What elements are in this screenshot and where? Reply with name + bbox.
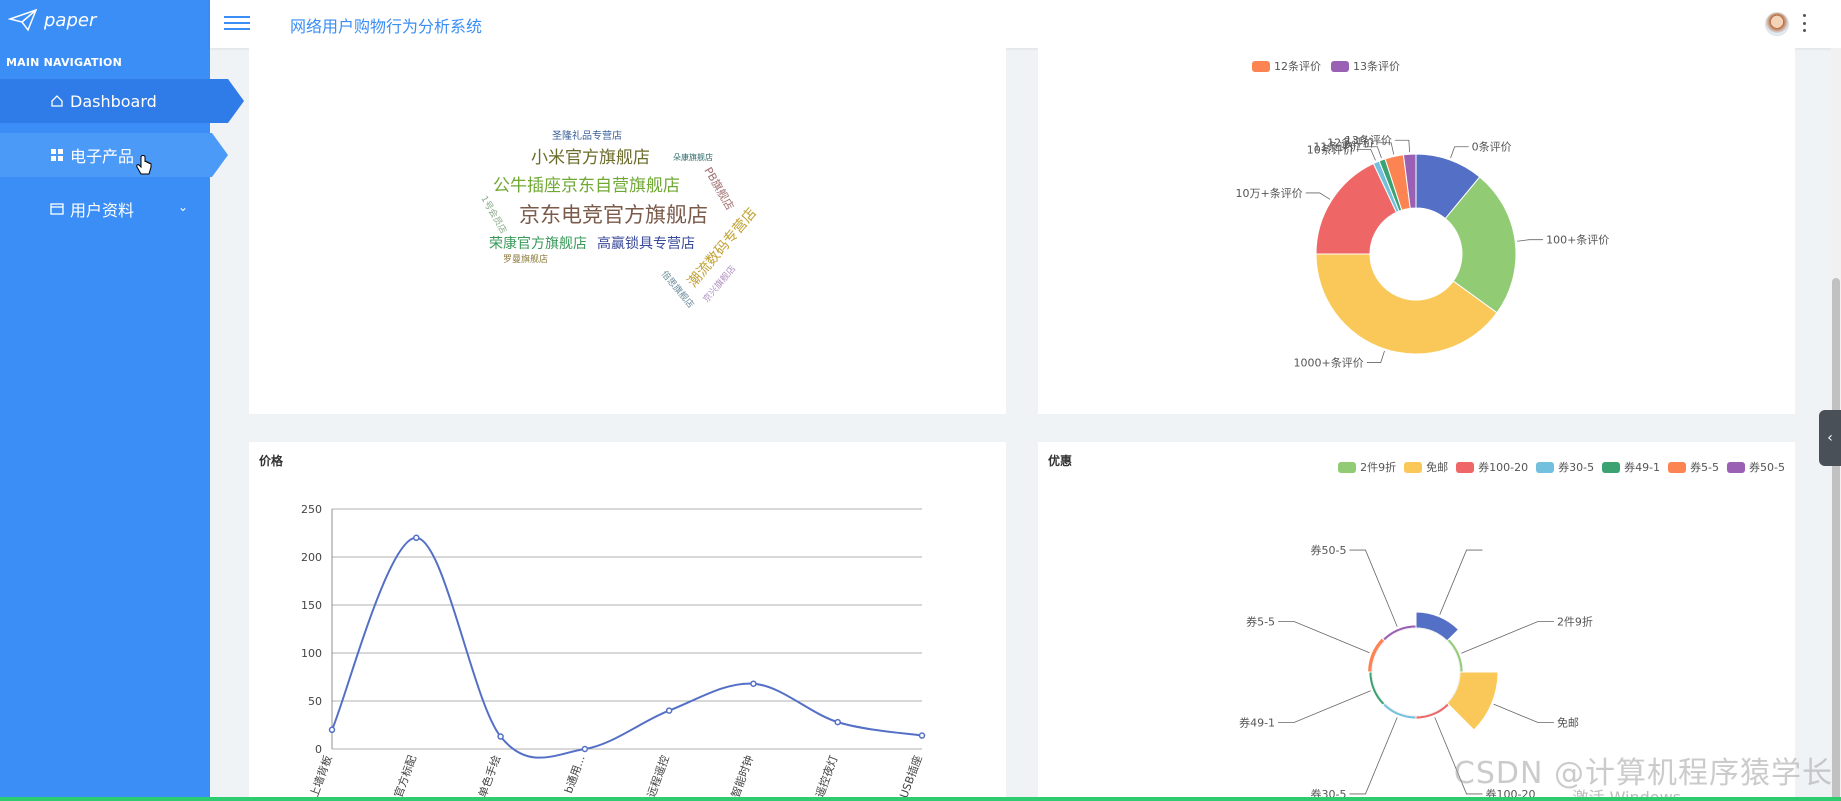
y-tick-label: 50 — [308, 695, 322, 708]
wordcloud-panel: 圣隆礼品专营店 小米官方旗舰店 朵康旗舰店 公牛插座京东自营旗舰店 PB旗舰店 … — [249, 48, 1006, 414]
rose-label: 券50-5 — [1311, 543, 1347, 557]
pie-label-line — [1366, 350, 1385, 363]
comments-pie-panel: 12条评价 13条评价 0条评价 100+条评价 1000+条评价 10万+条评价 10… — [1038, 48, 1795, 414]
chevron-left-icon: ‹ — [1827, 430, 1833, 446]
data-point — [497, 733, 504, 740]
pie-label-line — [1517, 239, 1544, 242]
sidebar-item-electronics[interactable]: 电子产品 — [0, 133, 228, 177]
more-options-icon[interactable] — [1803, 14, 1807, 32]
wordcloud-word: 罗曼旗舰店 — [503, 253, 548, 265]
y-tick-label: 100 — [301, 647, 322, 660]
wordcloud-word: 小米官方旗舰店 — [531, 148, 650, 168]
rose-label-line — [1439, 549, 1483, 615]
rose-slice — [1446, 671, 1499, 731]
sidebar-item-label: 用户资料 — [70, 201, 135, 220]
rose-label-line — [1349, 549, 1398, 627]
x-tick-label: 远程遥控 — [644, 753, 672, 799]
wordcloud-word: 公牛插座京东自营旗舰店 — [493, 176, 680, 196]
x-tick-label: 上墙背板 — [307, 753, 335, 799]
y-tick-label: 250 — [301, 503, 322, 516]
rose-label-line — [1278, 690, 1371, 723]
rose-inner-ring — [1371, 627, 1461, 717]
pie-label: 100+条评价 — [1546, 233, 1609, 247]
pie-label: 1000+条评价 — [1294, 355, 1364, 369]
scrollbar-thumb[interactable] — [1832, 278, 1840, 801]
pie-label-line — [1450, 146, 1469, 159]
x-tick-label: 官方标配 — [391, 753, 419, 799]
pie-label: 10万+条评价 — [1236, 186, 1303, 200]
brand-logo[interactable]: paper — [0, 0, 210, 40]
pie-label: 13条评价 — [1345, 133, 1392, 147]
page-title: 网络用户购物行为分析系统 — [290, 17, 483, 36]
x-tick-label: 智能时钟 — [728, 753, 756, 799]
price-line-chart: 0 50 100 150 200 250 上墙背板 官方标配 单色手绘 b通用... 远程遥控 智能时… — [301, 503, 926, 800]
rose-label: 2件9折 — [1557, 614, 1593, 628]
nav-section-title: MAIN NAVIGATION — [6, 56, 123, 69]
sidebar-item-user-profile[interactable]: 用户资料 ⌄ — [0, 187, 210, 231]
bottom-progress-bar — [0, 797, 1841, 801]
rose-label: 券49-1 — [1239, 716, 1275, 730]
rose-slice — [1367, 637, 1386, 673]
data-point — [918, 732, 926, 739]
data-point — [328, 726, 336, 734]
wordcloud-chart: 圣隆礼品专营店 小米官方旗舰店 朵康旗舰店 公牛插座京东自营旗舰店 PB旗舰店 … — [478, 129, 760, 310]
rose-label-line — [1278, 621, 1370, 654]
home-icon — [51, 95, 63, 107]
sidebar-item-dashboard[interactable]: Dashboard — [0, 79, 244, 123]
card-icon — [50, 203, 64, 215]
rose-label-line — [1461, 621, 1554, 654]
series-line — [331, 536, 923, 759]
data-point — [834, 718, 841, 726]
rose-slice — [1415, 611, 1460, 642]
hamburger-menu-button[interactable] — [224, 12, 250, 34]
x-tick-label: 单色手绘 — [475, 753, 503, 799]
x-tick-label: b通用... — [562, 754, 588, 796]
avatar[interactable] — [1765, 12, 1789, 36]
top-header: 网络用户购物行为分析系统 — [210, 0, 1841, 48]
pie-label-line — [1305, 192, 1331, 200]
paper-plane-icon — [8, 8, 38, 32]
sidebar: paper MAIN NAVIGATION Dashboard 电子产品 用户资… — [0, 0, 244, 801]
rose-label: 券5-5 — [1246, 614, 1275, 628]
x-tick-label: USB插座 — [896, 753, 924, 800]
rose-label-line — [1349, 717, 1398, 795]
wordcloud-word: 荣康官方旗舰店 — [489, 235, 587, 252]
x-tick-label: 遥控夜灯 — [812, 753, 840, 799]
pie-label: 0条评价 — [1472, 140, 1512, 154]
sidebar-item-label: 电子产品 — [70, 147, 135, 166]
price-line-panel: 价格 0 50 100 150 200 250 上墙背板 官方标配 单色手绘 b通用... 远程遥控… — [249, 442, 1006, 801]
chevron-down-icon: ⌄ — [177, 200, 188, 214]
y-tick-label: 200 — [301, 551, 322, 564]
collapse-panel-button[interactable]: ‹ — [1819, 410, 1841, 466]
wordcloud-word: 1号会员店 — [478, 194, 509, 236]
sidebar-item-label: Dashboard — [70, 91, 157, 111]
data-point — [581, 745, 589, 753]
data-point — [665, 707, 673, 714]
wordcloud-word: 京东电竞官方旗舰店 — [519, 203, 708, 227]
y-tick-label: 150 — [301, 599, 322, 612]
data-point — [413, 534, 420, 542]
wordcloud-word: 圣隆礼品专营店 — [552, 129, 622, 142]
comments-donut-chart: 0条评价100+条评价1000+条评价10万+条评价10条评价11条评价12条评… — [1236, 133, 1610, 369]
y-tick-label: 0 — [315, 743, 322, 756]
hand-cursor-icon — [136, 155, 152, 175]
data-point — [750, 680, 757, 687]
wordcloud-word: 高赢锁具专营店 — [597, 235, 695, 252]
grid-icon — [51, 149, 63, 161]
pie-label-line — [1394, 139, 1410, 153]
wordcloud-word: 朵康旗舰店 — [673, 152, 713, 162]
rose-label-line — [1493, 703, 1554, 723]
rose-label: 免邮 — [1557, 716, 1579, 730]
brand-name: paper — [44, 9, 97, 31]
